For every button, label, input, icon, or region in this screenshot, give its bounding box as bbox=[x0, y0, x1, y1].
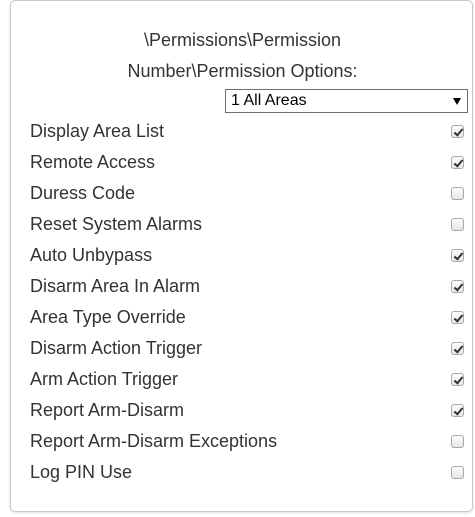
option-row-area-type-override: Area Type Override bbox=[30, 302, 466, 333]
option-checkbox[interactable] bbox=[451, 218, 464, 231]
area-select[interactable]: 1 All Areas bbox=[225, 89, 468, 113]
option-row-remote-access: Remote Access bbox=[30, 147, 466, 178]
option-checkbox[interactable] bbox=[451, 125, 464, 138]
option-checkbox[interactable] bbox=[451, 311, 464, 324]
option-checkbox[interactable] bbox=[451, 435, 464, 448]
option-checkbox[interactable] bbox=[451, 249, 464, 262]
option-label: Report Arm-Disarm bbox=[30, 400, 185, 420]
option-checkbox[interactable] bbox=[451, 342, 464, 355]
option-label: Log PIN Use bbox=[30, 462, 133, 482]
option-checkbox[interactable] bbox=[451, 280, 464, 293]
dropdown-arrow-icon bbox=[453, 98, 461, 105]
option-checkbox[interactable] bbox=[451, 373, 464, 386]
option-label: Auto Unbypass bbox=[30, 245, 153, 265]
panel-heading: \Permissions\Permission Number\Permissio… bbox=[11, 25, 474, 87]
option-label: Area Type Override bbox=[30, 307, 186, 327]
option-label: Arm Action Trigger bbox=[30, 369, 179, 389]
option-row-report-arm-disarm-exceptions: Report Arm-Disarm Exceptions bbox=[30, 426, 466, 457]
option-label: Report Arm-Disarm Exceptions bbox=[30, 431, 278, 451]
option-row-log-pin-use: Log PIN Use bbox=[30, 457, 466, 488]
option-label: Disarm Area In Alarm bbox=[30, 276, 201, 296]
option-label: Remote Access bbox=[30, 152, 156, 172]
area-select-value: 1 All Areas bbox=[231, 92, 307, 109]
option-checkbox[interactable] bbox=[451, 187, 464, 200]
option-row-report-arm-disarm: Report Arm-Disarm bbox=[30, 395, 466, 426]
option-row-display-area-list: Display Area List bbox=[30, 116, 466, 147]
option-row-auto-unbypass: Auto Unbypass bbox=[30, 240, 466, 271]
heading-line-1: \Permissions\Permission bbox=[143, 30, 342, 50]
option-label: Disarm Action Trigger bbox=[30, 338, 203, 358]
option-checkbox[interactable] bbox=[451, 404, 464, 417]
options-list: Display Area List Remote Access Duress C… bbox=[30, 116, 466, 488]
heading-line-2: Number\Permission Options: bbox=[127, 61, 358, 81]
option-checkbox[interactable] bbox=[451, 156, 464, 169]
option-row-duress-code: Duress Code bbox=[30, 178, 466, 209]
option-label: Reset System Alarms bbox=[30, 214, 203, 234]
permission-options-panel: \Permissions\Permission Number\Permissio… bbox=[10, 0, 473, 512]
option-row-disarm-action-trigger: Disarm Action Trigger bbox=[30, 333, 466, 364]
option-checkbox[interactable] bbox=[451, 466, 464, 479]
option-label: Display Area List bbox=[30, 121, 165, 141]
option-label: Duress Code bbox=[30, 183, 136, 203]
option-row-reset-system-alarms: Reset System Alarms bbox=[30, 209, 466, 240]
option-row-arm-action-trigger: Arm Action Trigger bbox=[30, 364, 466, 395]
option-row-disarm-area-in-alarm: Disarm Area In Alarm bbox=[30, 271, 466, 302]
